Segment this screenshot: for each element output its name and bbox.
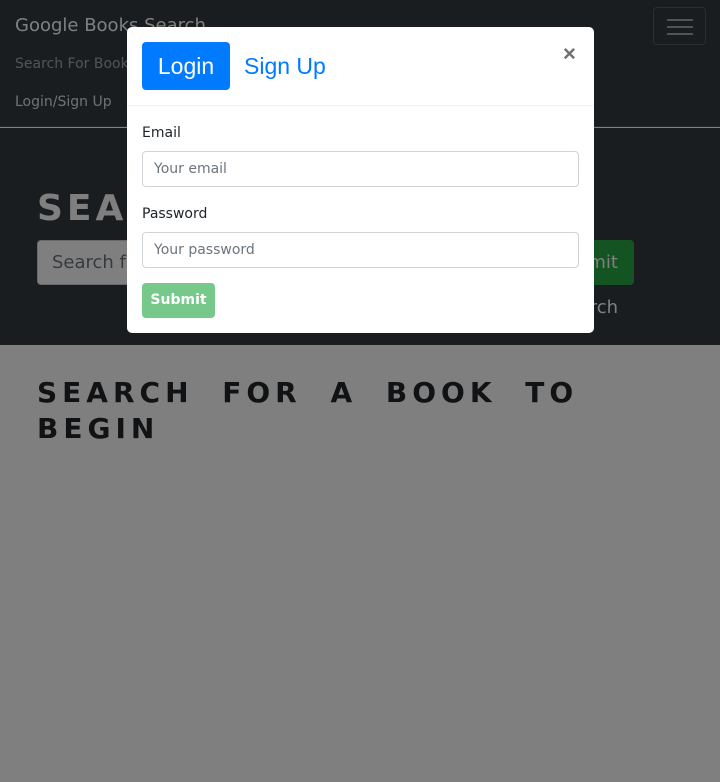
auth-modal: Login Sign Up × Email Your email Passwor…	[127, 27, 594, 333]
password-label: Password	[142, 206, 208, 222]
tab-signup[interactable]: Sign Up	[244, 42, 334, 90]
password-field[interactable]: Your password	[142, 232, 579, 268]
email-label: Email	[142, 125, 181, 141]
tab-login[interactable]: Login	[142, 42, 230, 90]
submit-button[interactable]: Submit	[142, 283, 215, 318]
email-field[interactable]: Your email	[142, 151, 579, 187]
close-icon[interactable]: ×	[563, 41, 576, 67]
modal-header: Login Sign Up ×	[127, 27, 594, 106]
